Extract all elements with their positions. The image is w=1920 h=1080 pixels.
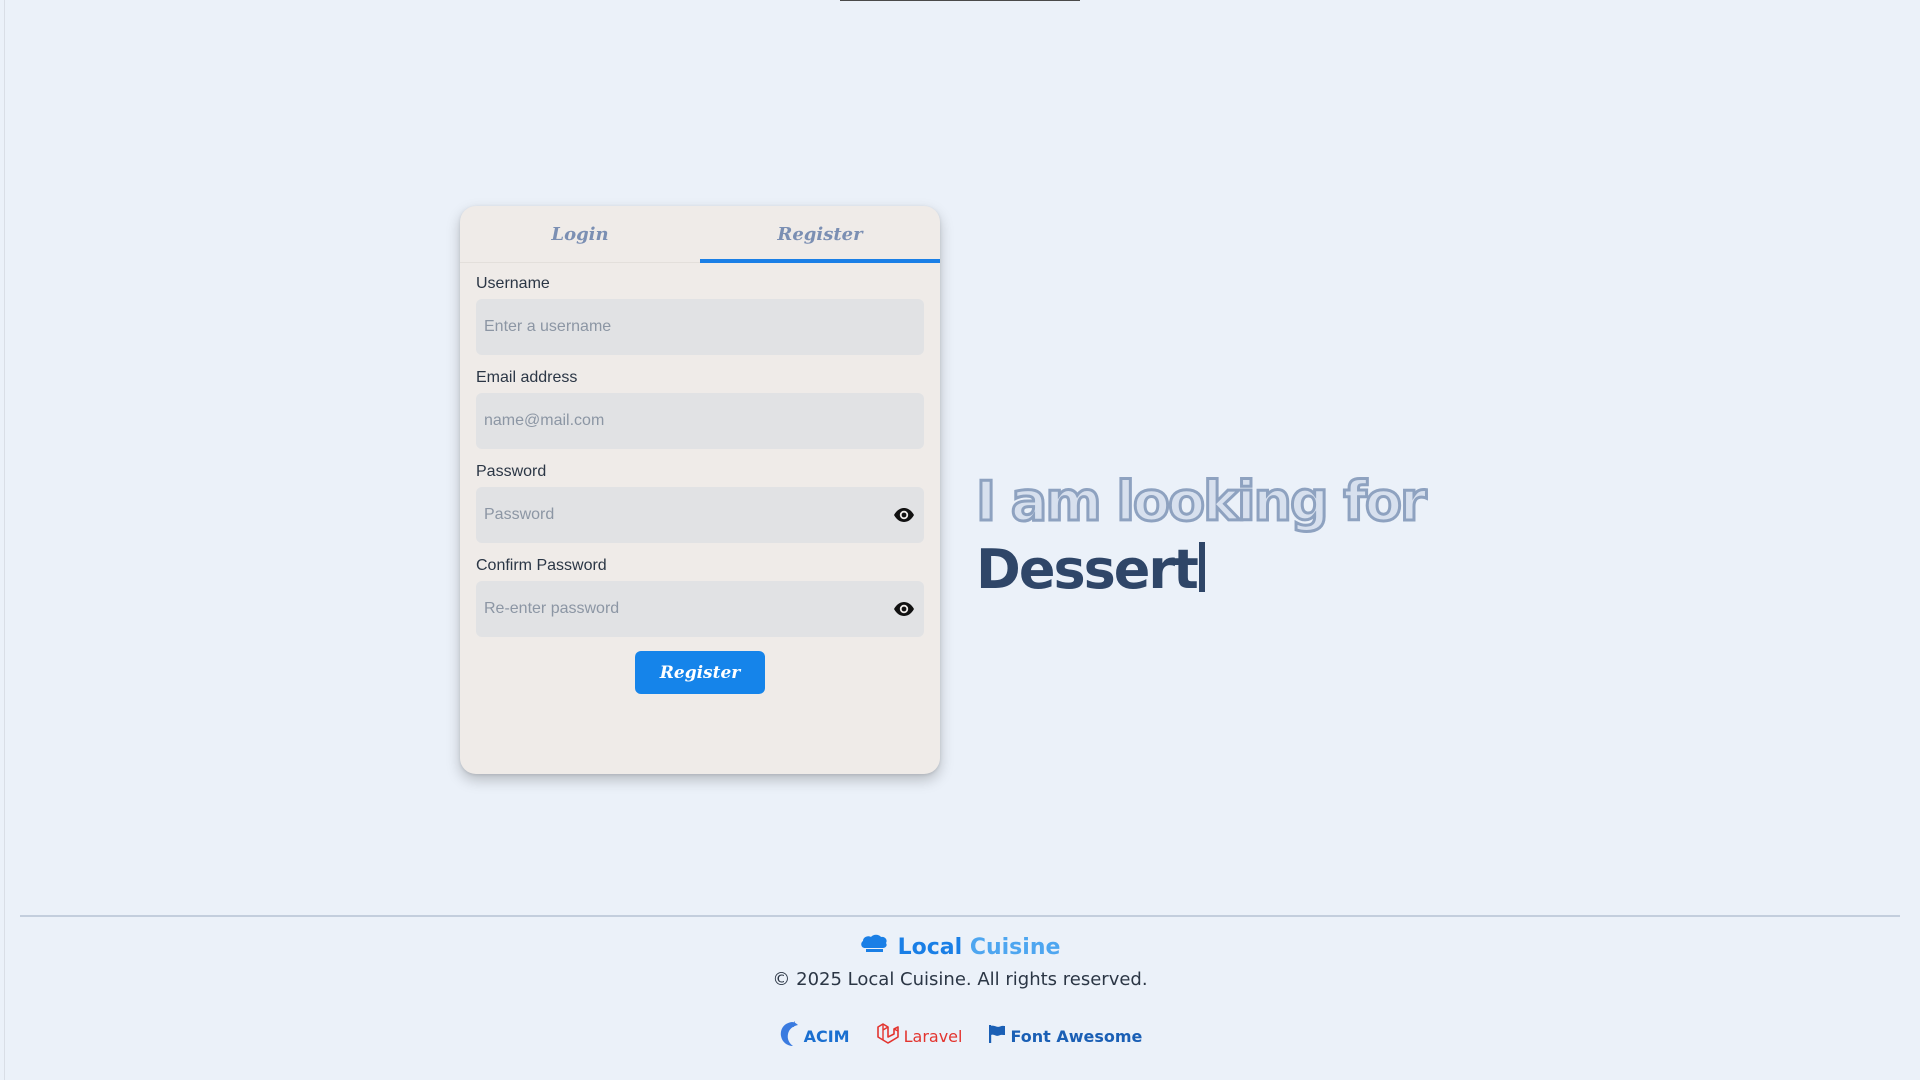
hero: I am looking for Dessert (975, 469, 1429, 606)
copyright-text: © 2025 Local Cuisine. All rights reserve… (772, 969, 1148, 990)
username-field-wrap (476, 299, 924, 355)
username-label: Username (476, 275, 550, 292)
laravel-label: Laravel (903, 1026, 963, 1046)
acim-label: ACIM (803, 1026, 850, 1046)
footer-link-acim[interactable]: ACIM (778, 1020, 850, 1052)
email-input[interactable] (476, 393, 924, 449)
tab-register[interactable]: Register (700, 206, 940, 263)
password-label: Password (476, 463, 547, 480)
footer-links: ACIM Laravel Font Awesome (0, 1020, 1920, 1052)
typing-caret (1198, 542, 1205, 592)
brand-name-part2: Cuisine (969, 934, 1061, 960)
email-label: Email address (476, 369, 578, 386)
laravel-icon (876, 1022, 900, 1050)
footer-link-laravel[interactable]: Laravel (876, 1022, 963, 1050)
register-form: Username Email address Password (460, 263, 940, 694)
auth-card: Login Register Username Email address Pa… (460, 206, 940, 774)
username-input[interactable] (476, 299, 924, 355)
password-field-wrap (476, 487, 924, 543)
email-field-wrap (476, 393, 924, 449)
font-awesome-label: Font Awesome (1010, 1026, 1143, 1046)
eye-icon[interactable] (892, 503, 916, 527)
dolphin-icon (778, 1020, 800, 1052)
page: Login Register Username Email address Pa… (0, 0, 1920, 1080)
submit-wrap: Register (476, 651, 924, 694)
confirm-password-field-wrap (476, 581, 924, 637)
footer-link-font-awesome[interactable]: Font Awesome (988, 1024, 1142, 1048)
left-border (4, 0, 5, 1080)
register-button[interactable]: Register (635, 651, 765, 694)
footer-divider (20, 915, 1900, 917)
eye-icon[interactable] (892, 597, 916, 621)
brand-name-part1: Local (897, 934, 963, 960)
footer-brand: Local Cuisine (0, 934, 1920, 960)
flag-icon (988, 1024, 1006, 1048)
hero-typed-word: Dessert (976, 538, 1199, 601)
auth-tabs: Login Register (460, 206, 940, 263)
chef-hat-icon (860, 934, 888, 960)
hero-typed-word-wrap: Dessert (976, 534, 1425, 606)
confirm-password-label: Confirm Password (476, 557, 607, 574)
tab-login[interactable]: Login (460, 206, 700, 262)
confirm-password-input[interactable] (476, 581, 924, 637)
password-input[interactable] (476, 487, 924, 543)
top-divider (840, 0, 1080, 1)
hero-heading: I am looking for (975, 469, 1429, 535)
